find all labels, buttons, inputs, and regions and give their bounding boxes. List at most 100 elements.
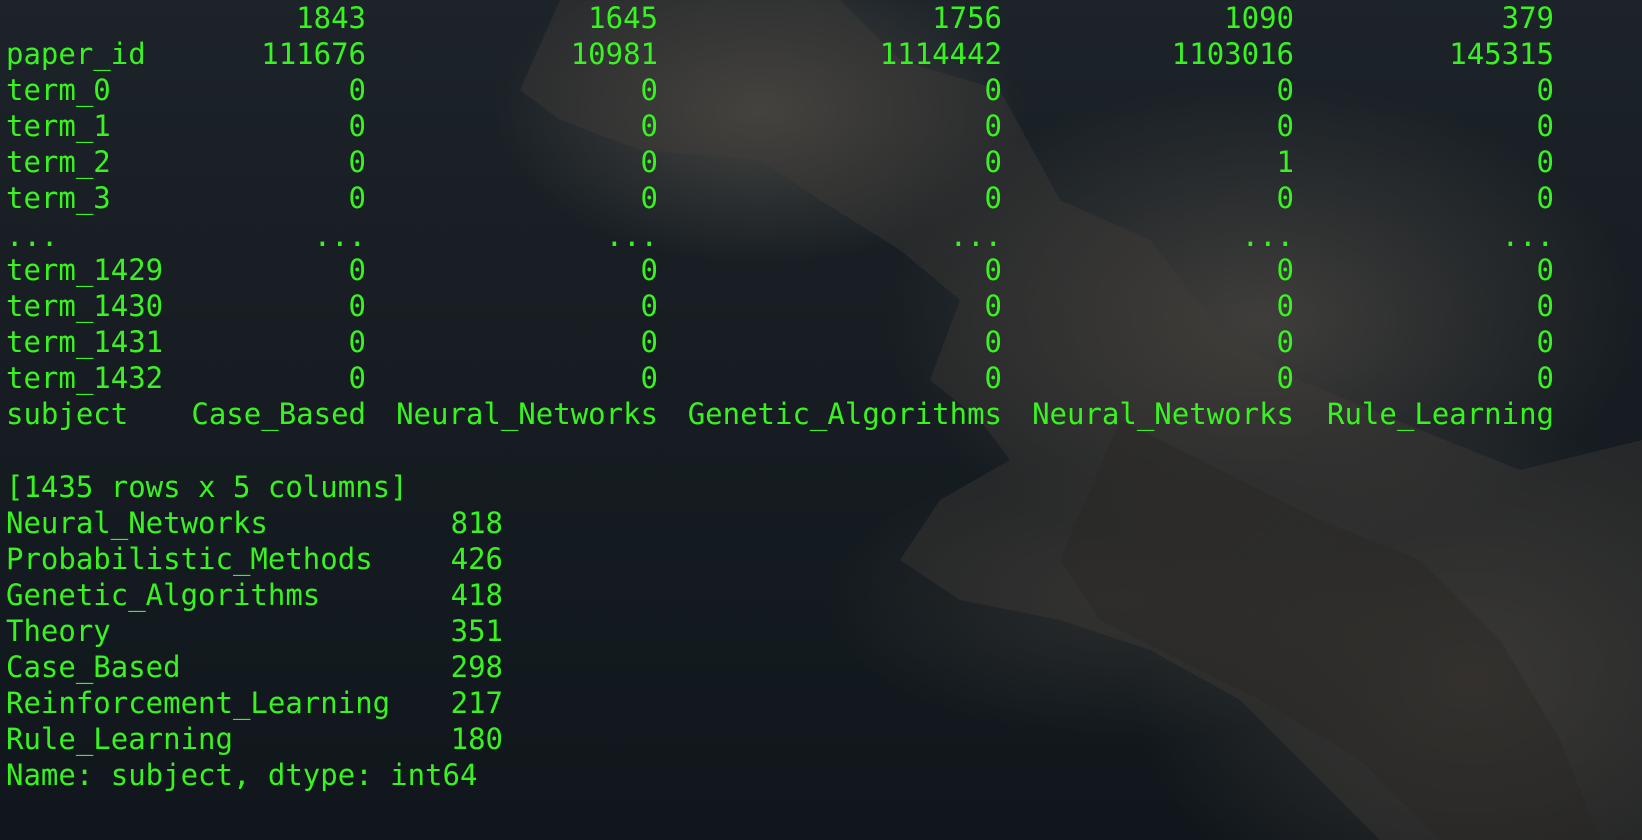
row-cell: 1103016 (1171, 37, 1294, 71)
row-label: paper_id (6, 37, 146, 71)
row-cell: 0 (984, 289, 1002, 323)
value-count-row: Neural_Networks 818 (6, 505, 503, 541)
row-cell: 0 (348, 145, 366, 179)
value-count-number: 351 (450, 614, 503, 648)
row-cell: 0 (984, 145, 1002, 179)
row-cell: 0 (348, 73, 366, 107)
column-index: 1090 (1224, 1, 1294, 35)
row-cell: 0 (1536, 325, 1554, 359)
row-cell: 0 (640, 361, 658, 395)
row-cell: 0 (1536, 361, 1554, 395)
dataframe-row: term_0 0 0 0 0 0 (6, 72, 1554, 108)
row-label: term_0 (6, 73, 111, 107)
value-count-number: 818 (450, 506, 503, 540)
row-label: ... (6, 219, 59, 253)
value-count-label: Neural_Networks (6, 506, 268, 540)
row-cell: ... (313, 219, 366, 253)
dataframe-row: term_3 0 0 0 0 0 (6, 180, 1554, 216)
dataframe-shape: [1435 rows x 5 columns] (6, 470, 408, 504)
row-cell: 0 (640, 181, 658, 215)
row-label: subject (6, 397, 129, 431)
column-index: 1645 (588, 1, 658, 35)
row-cell: 0 (640, 73, 658, 107)
row-cell: 0 (348, 181, 366, 215)
dataframe-row: term_1429 0 0 0 0 0 (6, 252, 1554, 288)
row-cell: 111676 (261, 37, 366, 71)
row-label: term_1431 (6, 325, 164, 359)
row-cell: Genetic_Algorithms (687, 397, 1002, 431)
row-cell: ... (1241, 219, 1294, 253)
row-cell: 0 (984, 181, 1002, 215)
row-label: term_1 (6, 109, 111, 143)
row-label: term_1432 (6, 361, 164, 395)
dataframe-header-row: 1843 1645 1756 1090 379 (6, 0, 1554, 36)
value-count-row: Probabilistic_Methods 426 (6, 541, 503, 577)
terminal-output: 1843 1645 1756 1090 379 paper_id 111676 … (0, 0, 1642, 840)
row-cell: 0 (348, 109, 366, 143)
row-cell: 0 (1536, 73, 1554, 107)
row-label: term_1429 (6, 253, 164, 287)
dataframe-row: paper_id 111676 10981 1114442 1103016 14… (6, 36, 1554, 72)
row-cell: 1114442 (879, 37, 1002, 71)
row-cell: 0 (1536, 289, 1554, 323)
dataframe-row: term_1 0 0 0 0 0 (6, 108, 1554, 144)
value-count-row: Rule_Learning 180 (6, 721, 503, 757)
value-counts-footer: Name: subject, dtype: int64 (6, 758, 478, 792)
column-index: 379 (1501, 1, 1554, 35)
row-cell: ... (949, 219, 1002, 253)
value-count-row: Reinforcement_Learning 217 (6, 685, 503, 721)
value-count-label: Genetic_Algorithms (6, 578, 321, 612)
column-index: 1756 (932, 1, 1002, 35)
row-cell: ... (1501, 219, 1554, 253)
value-count-number: 180 (450, 722, 503, 756)
row-cell: 0 (348, 253, 366, 287)
row-cell: 0 (1536, 145, 1554, 179)
dataframe-ellipsis-row: ... ... ... ... ... ... (6, 218, 1554, 254)
row-cell: 0 (1536, 109, 1554, 143)
row-label: term_1430 (6, 289, 164, 323)
value-count-number: 217 (450, 686, 503, 720)
row-cell: 0 (1276, 253, 1294, 287)
value-count-label: Probabilistic_Methods (6, 542, 373, 576)
row-cell: 0 (1536, 181, 1554, 215)
row-cell: 10981 (570, 37, 658, 71)
row-cell: Neural_Networks (396, 397, 658, 431)
value-count-number: 298 (450, 650, 503, 684)
row-cell: 0 (984, 109, 1002, 143)
row-cell: 0 (1276, 289, 1294, 323)
dataframe-row: term_2 0 0 0 1 0 (6, 144, 1554, 180)
value-count-number: 418 (450, 578, 503, 612)
row-cell: 0 (984, 73, 1002, 107)
row-cell: Neural_Networks (1032, 397, 1294, 431)
row-cell: 0 (348, 289, 366, 323)
dataframe-row: term_1431 0 0 0 0 0 (6, 324, 1554, 360)
row-cell: 0 (1276, 73, 1294, 107)
row-cell: 0 (640, 289, 658, 323)
dataframe-subject-row: subject Case_Based Neural_Networks Genet… (6, 396, 1554, 432)
value-count-row: Genetic_Algorithms 418 (6, 577, 503, 613)
row-cell: 0 (640, 109, 658, 143)
value-count-label: Case_Based (6, 650, 181, 684)
row-cell: 0 (1276, 361, 1294, 395)
row-cell: 145315 (1449, 37, 1554, 71)
row-label: term_3 (6, 181, 111, 215)
row-cell: 0 (1276, 325, 1294, 359)
row-cell: 0 (1276, 109, 1294, 143)
row-cell: 0 (640, 253, 658, 287)
value-count-row: Case_Based 298 (6, 649, 503, 685)
value-count-label: Rule_Learning (6, 722, 233, 756)
row-cell: ... (605, 219, 658, 253)
row-cell: 0 (984, 361, 1002, 395)
value-count-label: Reinforcement_Learning (6, 686, 391, 720)
row-cell: 0 (348, 325, 366, 359)
dataframe-row: term_1430 0 0 0 0 0 (6, 288, 1554, 324)
row-cell: 0 (640, 145, 658, 179)
row-cell: 0 (1276, 181, 1294, 215)
value-count-label: Theory (6, 614, 111, 648)
row-cell: Rule_Learning (1327, 397, 1554, 431)
value-count-number: 426 (450, 542, 503, 576)
row-cell: 0 (984, 253, 1002, 287)
dataframe-row: term_1432 0 0 0 0 0 (6, 360, 1554, 396)
row-cell: Case_Based (191, 397, 366, 431)
row-cell: 0 (1536, 253, 1554, 287)
